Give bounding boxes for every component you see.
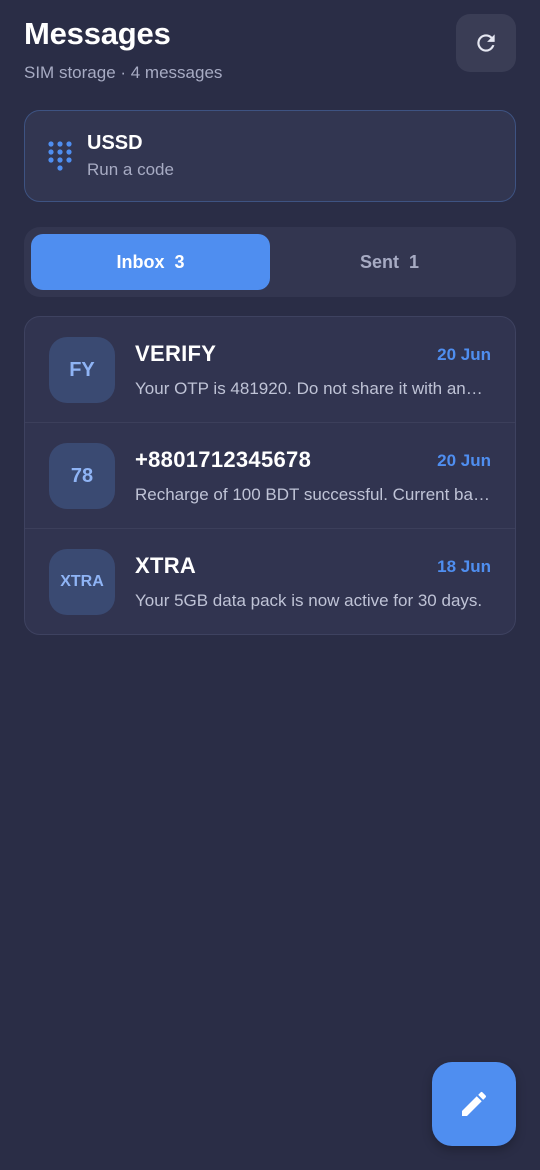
ussd-card[interactable]: USSD Run a code	[24, 110, 516, 202]
message-date: 20 Jun	[437, 345, 491, 364]
message-sender: XTRA	[135, 553, 197, 578]
tab-sent-label: Sent	[359, 251, 399, 272]
page-subtitle: SIM storage · 4 messages	[24, 63, 223, 82]
tab-sent-count: 1	[409, 251, 420, 272]
tab-sent[interactable]: Sent 1	[270, 234, 509, 290]
pencil-icon	[462, 1091, 487, 1116]
message-row[interactable]: 78 +8801712345678 20 Jun Recharge of 100…	[25, 423, 515, 529]
avatar: FY	[49, 337, 115, 403]
avatar: XTRA	[49, 549, 115, 615]
message-preview: Recharge of 100 BDT successful. Current …	[135, 485, 491, 504]
message-date: 20 Jun	[437, 451, 491, 470]
message-sender: +8801712345678	[135, 447, 312, 472]
tab-inbox-count: 3	[174, 251, 185, 272]
message-date: 18 Jun	[437, 557, 491, 576]
refresh-button[interactable]	[456, 14, 516, 72]
ussd-title: USSD	[87, 132, 143, 154]
tab-inbox[interactable]: Inbox 3	[31, 234, 270, 290]
message-preview: Your 5GB data pack is now active for 30 …	[135, 591, 483, 610]
message-row[interactable]: XTRA XTRA 18 Jun Your 5GB data pack is n…	[25, 529, 515, 634]
message-sender: VERIFY	[135, 341, 217, 366]
folder-tabs: Inbox 3 Sent 1	[24, 227, 516, 297]
avatar: 78	[49, 443, 115, 509]
page-title: Messages	[24, 16, 171, 51]
message-row[interactable]: FY VERIFY 20 Jun Your OTP is 481920. Do …	[25, 317, 515, 423]
message-preview: Your OTP is 481920. Do not share it with…	[135, 379, 491, 398]
messages-screen: Messages SIM storage · 4 messages USSD R…	[0, 0, 540, 1170]
header: Messages SIM storage · 4 messages	[24, 14, 516, 94]
tab-inbox-label: Inbox	[116, 251, 165, 272]
ussd-text: USSD Run a code	[87, 131, 174, 181]
refresh-icon	[477, 34, 495, 52]
compose-button[interactable]	[432, 1062, 516, 1146]
ussd-subtitle: Run a code	[87, 160, 174, 179]
message-list: FY VERIFY 20 Jun Your OTP is 481920. Do …	[24, 316, 516, 635]
dialpad-icon	[48, 141, 72, 171]
